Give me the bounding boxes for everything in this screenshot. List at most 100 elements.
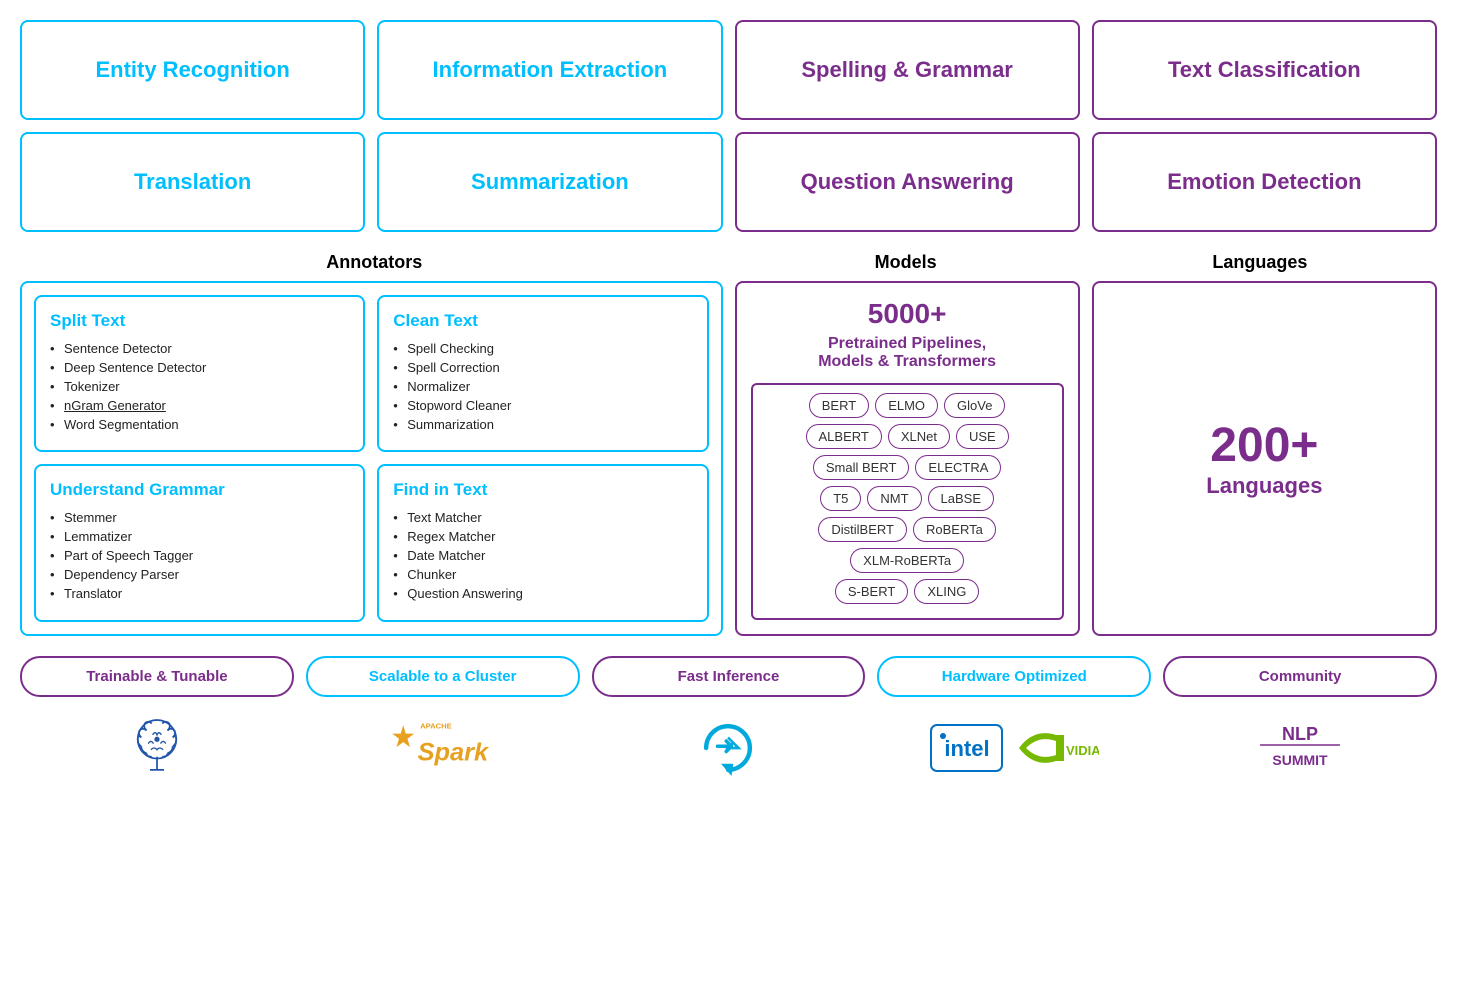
list-item: Spell Checking <box>393 339 692 358</box>
nvidia-logo-icon: VIDIA <box>1014 723 1099 773</box>
spark-logo-icon: APACHE Spark <box>388 713 498 783</box>
fast-inference-icon <box>693 713 763 783</box>
model-tag: ALBERT <box>806 424 882 449</box>
feature-hardware[interactable]: Hardware Optimized <box>877 656 1151 697</box>
list-item: Word Segmentation <box>50 415 349 434</box>
languages-area: 200+ Languages <box>1092 281 1437 636</box>
list-item: Question Answering <box>393 584 692 603</box>
model-row-7: S-BERT XLING <box>761 579 1054 604</box>
model-tags-grid: BERT ELMO GloVe ALBERT XLNet USE Small B… <box>751 383 1064 620</box>
list-item: Date Matcher <box>393 546 692 565</box>
clean-text-box: Clean Text Spell Checking Spell Correcti… <box>377 295 708 452</box>
list-item: Summarization <box>393 415 692 434</box>
logos-strip: APACHE Spark intel <box>20 713 1437 783</box>
svg-text:APACHE: APACHE <box>420 721 452 730</box>
svg-text:NLP: NLP <box>1282 724 1318 744</box>
list-item: Stopword Cleaner <box>393 396 692 415</box>
nlp-summit-logo-icon: NLP SUMMIT <box>1250 715 1350 780</box>
list-item: nGram Generator <box>50 396 349 415</box>
find-in-text-list: Text Matcher Regex Matcher Date Matcher … <box>393 508 692 603</box>
model-tag: Small BERT <box>813 455 910 480</box>
find-in-text-box: Find in Text Text Matcher Regex Matcher … <box>377 464 708 621</box>
model-row-6: XLM-RoBERTa <box>761 548 1054 573</box>
find-in-text-title: Find in Text <box>393 480 692 500</box>
spark-logo-cell: APACHE Spark <box>306 713 580 783</box>
model-tag: RoBERTa <box>913 517 996 542</box>
svg-text:SUMMIT: SUMMIT <box>1272 752 1328 768</box>
svg-text:Spark: Spark <box>417 738 489 766</box>
models-subtitle: Pretrained Pipelines,Models & Transforme… <box>818 335 996 371</box>
cap-summarization[interactable]: Summarization <box>377 132 722 232</box>
languages-label: Languages <box>1083 252 1437 273</box>
split-text-title: Split Text <box>50 311 349 331</box>
models-label: Models <box>729 252 1083 273</box>
models-count: 5000+ <box>868 297 947 331</box>
svg-text:VIDIA: VIDIA <box>1066 743 1099 758</box>
hardware-logos-cell: intel VIDIA <box>877 723 1151 773</box>
understand-grammar-list: Stemmer Lemmatizer Part of Speech Tagger… <box>50 508 349 603</box>
clean-text-list: Spell Checking Spell Correction Normaliz… <box>393 339 692 434</box>
model-row-1: BERT ELMO GloVe <box>761 393 1054 418</box>
model-row-3: Small BERT ELECTRA <box>761 455 1054 480</box>
feature-scalable[interactable]: Scalable to a Cluster <box>306 656 580 697</box>
cap-question-answering[interactable]: Question Answering <box>735 132 1080 232</box>
understand-grammar-box: Understand Grammar Stemmer Lemmatizer Pa… <box>34 464 365 621</box>
model-tag: NMT <box>867 486 921 511</box>
list-item: Chunker <box>393 565 692 584</box>
list-item: Translator <box>50 584 349 603</box>
languages-content: 200+ Languages <box>1206 418 1322 499</box>
split-text-box: Split Text Sentence Detector Deep Senten… <box>34 295 365 452</box>
middle-section: Split Text Sentence Detector Deep Senten… <box>20 281 1437 636</box>
cap-information-extraction[interactable]: Information Extraction <box>377 20 722 120</box>
feature-community[interactable]: Community <box>1163 656 1437 697</box>
model-tag: LaBSE <box>928 486 994 511</box>
model-tag: USE <box>956 424 1009 449</box>
model-tag: T5 <box>820 486 861 511</box>
split-text-list: Sentence Detector Deep Sentence Detector… <box>50 339 349 434</box>
list-item: Lemmatizer <box>50 527 349 546</box>
capability-grid: Entity Recognition Information Extractio… <box>20 20 1437 232</box>
model-tag: ELMO <box>875 393 938 418</box>
feature-fast-inference[interactable]: Fast Inference <box>592 656 866 697</box>
brain-logo-icon <box>122 713 192 783</box>
models-area: 5000+ Pretrained Pipelines,Models & Tran… <box>735 281 1080 636</box>
list-item: Spell Correction <box>393 358 692 377</box>
list-item: Dependency Parser <box>50 565 349 584</box>
annotators-area: Split Text Sentence Detector Deep Senten… <box>20 281 723 636</box>
clean-text-title: Clean Text <box>393 311 692 331</box>
model-tag: DistilBERT <box>818 517 907 542</box>
main-container: Entity Recognition Information Extractio… <box>20 20 1437 783</box>
list-item: Text Matcher <box>393 508 692 527</box>
model-row-4: T5 NMT LaBSE <box>761 486 1054 511</box>
arrow-logo-cell <box>592 713 866 783</box>
model-tag: GloVe <box>944 393 1005 418</box>
brain-logo-cell <box>20 713 294 783</box>
model-tag: ELECTRA <box>915 455 1001 480</box>
annotators-label: Annotators <box>20 252 729 273</box>
list-item: Regex Matcher <box>393 527 692 546</box>
intel-logo-icon: intel <box>929 723 1004 773</box>
cap-spelling-grammar[interactable]: Spelling & Grammar <box>735 20 1080 120</box>
cap-emotion-detection[interactable]: Emotion Detection <box>1092 132 1437 232</box>
list-item: Tokenizer <box>50 377 349 396</box>
svg-text:intel: intel <box>945 736 990 761</box>
understand-grammar-title: Understand Grammar <box>50 480 349 500</box>
nlp-summit-logo-cell: NLP SUMMIT <box>1163 715 1437 780</box>
list-item: Stemmer <box>50 508 349 527</box>
list-item: Deep Sentence Detector <box>50 358 349 377</box>
list-item: Part of Speech Tagger <box>50 546 349 565</box>
cap-entity-recognition[interactable]: Entity Recognition <box>20 20 365 120</box>
model-row-2: ALBERT XLNet USE <box>761 424 1054 449</box>
languages-text: Languages <box>1206 473 1322 499</box>
cap-text-classification[interactable]: Text Classification <box>1092 20 1437 120</box>
model-tag: XLM-RoBERTa <box>850 548 964 573</box>
list-item: Normalizer <box>393 377 692 396</box>
section-labels: Annotators Models Languages <box>20 252 1437 273</box>
model-tag: XLING <box>914 579 979 604</box>
model-tag: S-BERT <box>835 579 908 604</box>
cap-translation[interactable]: Translation <box>20 132 365 232</box>
feature-trainable[interactable]: Trainable & Tunable <box>20 656 294 697</box>
languages-count: 200+ <box>1206 418 1322 473</box>
features-strip: Trainable & Tunable Scalable to a Cluste… <box>20 656 1437 697</box>
model-tag: XLNet <box>888 424 950 449</box>
